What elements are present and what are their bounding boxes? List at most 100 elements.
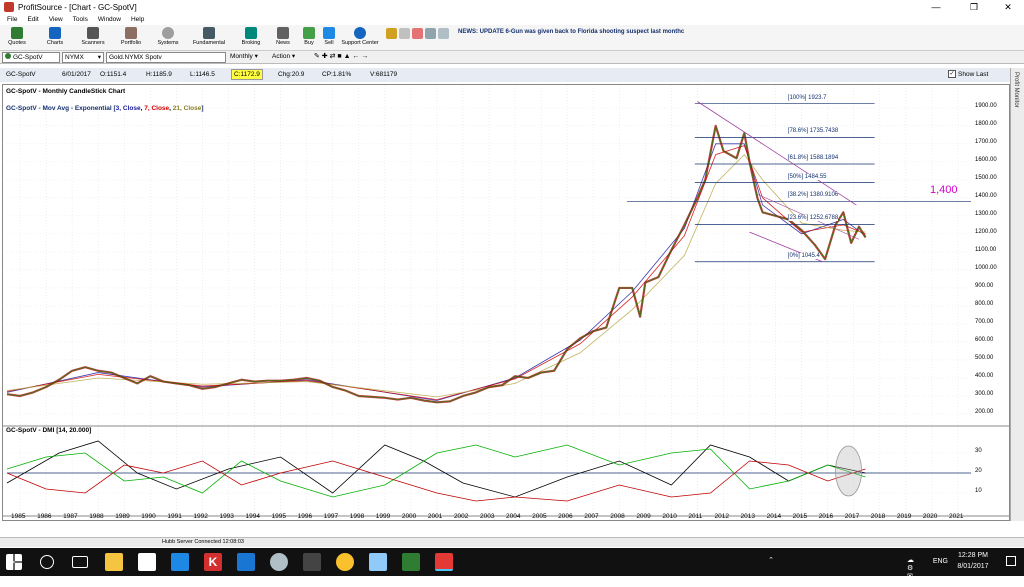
dmi-tick-label: 20 — [975, 468, 982, 474]
exchange-select[interactable]: NYMX ▾ — [62, 52, 104, 63]
x-tick-label: 1989 — [115, 513, 130, 520]
task-view-icon[interactable] — [72, 556, 88, 568]
maximize-button[interactable]: ❐ — [960, 0, 988, 14]
security-name-field[interactable]: Gold.NYMX Spotv — [106, 52, 226, 63]
broking-button[interactable]: Broking — [238, 26, 264, 50]
price-line — [6, 125, 866, 403]
x-tick-label: 2003 — [480, 513, 495, 520]
chart-area[interactable] — [2, 84, 1010, 521]
user-app-icon[interactable] — [270, 553, 288, 571]
x-tick-label: 1997 — [323, 513, 339, 520]
x-tick-label: 2006 — [558, 513, 573, 520]
x-tick-label: 2018 — [870, 513, 886, 520]
chart-svg[interactable] — [3, 85, 1009, 520]
support-center-button[interactable]: Support Center — [338, 26, 382, 50]
monitor-app-icon[interactable] — [369, 553, 387, 571]
sell-icon — [323, 27, 335, 39]
app-window-icon[interactable] — [303, 553, 321, 571]
news-ticker[interactable]: NEWS: UPDATE 6-Gun was given back to Flo… — [458, 29, 684, 35]
quote-date: 6/01/2017 — [62, 71, 91, 78]
ie-icon[interactable] — [171, 553, 189, 571]
windows-start-icon[interactable] — [6, 554, 22, 570]
x-tick-label: 1996 — [297, 513, 313, 520]
menu-tools[interactable]: Tools — [68, 16, 93, 23]
symbol-select[interactable]: GC-SpotV — [2, 52, 60, 63]
dmi-adx-line — [6, 440, 866, 498]
quote-low: L:1146.5 — [190, 71, 215, 78]
tray-icons[interactable]: ☁ ⚙ ✉ ♫ — [907, 556, 914, 587]
quote-bar: GC-SpotV 6/01/2017 O:1151.4 H:1185.9 L:1… — [0, 68, 1010, 82]
systems-button[interactable]: Systems — [154, 26, 182, 50]
menu-file[interactable]: File — [2, 16, 22, 23]
x-tick-label: 1985 — [11, 513, 26, 520]
print-tool-icon[interactable] — [438, 28, 449, 39]
file-explorer-icon[interactable] — [105, 553, 123, 571]
menu-help[interactable]: Help — [126, 16, 149, 23]
close-button[interactable]: ✕ — [994, 0, 1022, 14]
profit-monitor-label: Profit Monitor — [1013, 72, 1019, 108]
profitsource-icon[interactable] — [435, 553, 453, 571]
y-tick-label: 1700.00 — [975, 138, 997, 145]
y-tick-label: 400.00 — [975, 372, 994, 379]
ema-3-legend: 3, Close — [115, 105, 141, 112]
y-tick-label: 700.00 — [975, 318, 994, 325]
k-app-icon[interactable]: K — [204, 553, 222, 571]
profit-monitor-panel[interactable]: Profit Monitor — [1010, 68, 1024, 521]
quotes-button[interactable]: Quotes — [4, 26, 30, 50]
menu-view[interactable]: View — [44, 16, 68, 23]
clock-time[interactable]: 12:28 PM — [952, 552, 994, 559]
quote-symbol: GC-SpotV — [6, 71, 36, 78]
menu-edit[interactable]: Edit — [22, 16, 43, 23]
dmi-tick-label: 30 — [975, 448, 982, 454]
search-icon[interactable] — [40, 555, 54, 569]
app-icon[interactable] — [138, 553, 156, 571]
tray-chevron-icon[interactable]: ⌃ — [768, 556, 774, 564]
x-tick-label: 1992 — [193, 513, 208, 520]
fib-level-label: [50%] 1484.55 — [787, 173, 827, 180]
draw-tool-icon[interactable] — [386, 28, 397, 39]
x-tick-label: 2011 — [688, 513, 703, 520]
minimize-button[interactable]: — — [922, 0, 950, 14]
buy-icon — [303, 27, 315, 39]
show-last-label: Show Last — [958, 71, 989, 78]
news-button[interactable]: News — [272, 26, 294, 50]
dmi-highlight-ellipse — [835, 445, 862, 497]
symbol-selector-bar: GC-SpotV NYMX ▾ Gold.NYMX Spotv Monthly ▾… — [0, 51, 1024, 64]
zoom-tool-icon[interactable] — [399, 28, 410, 39]
clock-date[interactable]: 8/01/2017 — [952, 563, 994, 570]
fundamental-button[interactable]: Fundamental — [190, 26, 228, 50]
chrome-icon[interactable] — [336, 553, 354, 571]
x-tick-label: 1990 — [141, 513, 156, 520]
fundamental-icon — [203, 27, 215, 39]
action-menu[interactable]: Action ▾ — [270, 52, 310, 63]
price-panel-title: GC-SpotV - Monthly CandleStick Chart — [6, 88, 126, 95]
notifications-icon[interactable] — [1006, 556, 1016, 566]
menu-bar: File Edit View Tools Window Help — [0, 14, 1024, 25]
buy-button[interactable]: Buy — [300, 26, 318, 50]
x-tick-label: 1993 — [219, 513, 234, 520]
menu-window[interactable]: Window — [93, 16, 126, 23]
settings-tool-icon[interactable] — [425, 28, 436, 39]
ema-7-legend: 7, Close — [144, 105, 170, 112]
x-tick-label: 2012 — [714, 513, 729, 520]
show-last-checkbox[interactable]: ✓ — [948, 70, 956, 78]
input-language[interactable]: ENG — [933, 558, 948, 565]
scanners-button[interactable]: Scanners — [78, 26, 108, 50]
portfolio-icon — [125, 27, 137, 39]
y-tick-label: 300.00 — [975, 390, 994, 397]
alert-tool-icon[interactable] — [412, 28, 423, 39]
chart-tool-icons[interactable]: ✎ ✚ ⇄ ■ ▲ ← → — [312, 52, 452, 63]
green-app-icon[interactable] — [402, 553, 420, 571]
sell-button[interactable]: Sell — [320, 26, 338, 50]
y-tick-label: 200.00 — [975, 408, 994, 415]
period-select[interactable]: Monthly ▾ — [228, 52, 268, 63]
y-tick-label: 1400.00 — [975, 192, 997, 199]
x-tick-label: 2000 — [401, 513, 417, 520]
server-status: Hubb Server Connected 12:08:03 — [162, 539, 244, 545]
shield-icon[interactable] — [237, 553, 255, 571]
status-dot-icon — [5, 53, 11, 59]
quote-high: H:1185.9 — [146, 71, 172, 78]
charts-button[interactable]: Charts — [42, 26, 68, 50]
portfolio-button[interactable]: Portfolio — [116, 26, 146, 50]
fib-level-label: [38.2%] 1380.9106 — [787, 192, 839, 199]
